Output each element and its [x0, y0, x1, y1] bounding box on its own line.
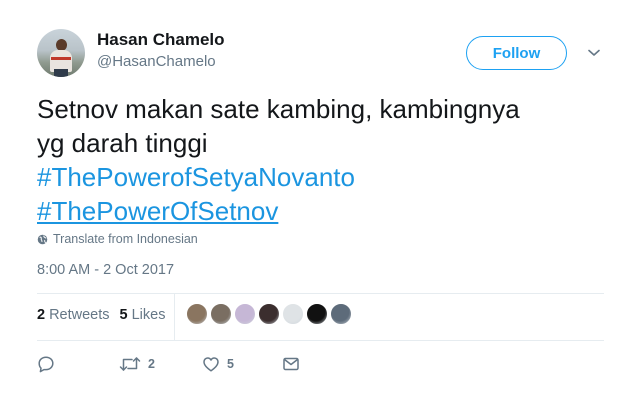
globe-icon — [37, 234, 48, 244]
reply-button[interactable] — [37, 354, 55, 374]
liker-avatar[interactable] — [210, 303, 232, 325]
retweet-button[interactable]: 2 — [119, 354, 155, 374]
avatar[interactable] — [37, 29, 85, 77]
user-handle[interactable]: @HasanChamelo — [97, 53, 216, 70]
likes-count[interactable]: 5 — [120, 307, 128, 323]
like-button[interactable]: 5 — [202, 354, 234, 374]
stats-separator — [174, 293, 175, 340]
likers-avatars — [186, 303, 352, 325]
chevron-down-icon[interactable] — [586, 45, 602, 61]
liker-avatar[interactable] — [330, 303, 352, 325]
tweet-card: Hasan Chamelo @HasanChamelo Follow Setno… — [0, 0, 640, 401]
like-count: 5 — [227, 357, 234, 371]
follow-button[interactable]: Follow — [466, 36, 567, 70]
tweet-timestamp[interactable]: 8:00 AM - 2 Oct 2017 — [37, 262, 174, 278]
tweet-text: Setnov makan sate kambing, kambingnya yg… — [37, 92, 617, 228]
retweets-label[interactable]: Retweets — [49, 307, 109, 323]
retweets-count[interactable]: 2 — [37, 307, 45, 323]
liker-avatar[interactable] — [282, 303, 304, 325]
translate-link[interactable]: Translate from Indonesian — [37, 232, 198, 246]
avatar-stripe — [51, 57, 71, 60]
hashtag-link[interactable]: #ThePowerOfSetnov — [37, 194, 617, 228]
tweet-text-line: Setnov makan sate kambing, kambingnya — [37, 94, 520, 124]
tweet-text-line: yg darah tinggi — [37, 128, 208, 158]
retweet-icon — [119, 357, 141, 371]
translate-label: Translate from Indonesian — [53, 232, 198, 246]
display-name[interactable]: Hasan Chamelo — [97, 30, 225, 50]
direct-message-button[interactable] — [282, 354, 300, 374]
liker-avatar[interactable] — [186, 303, 208, 325]
envelope-icon — [283, 357, 299, 371]
reply-icon — [38, 356, 54, 373]
liker-avatar[interactable] — [258, 303, 280, 325]
hashtag-link[interactable]: #ThePowerofSetyaNovanto — [37, 160, 617, 194]
liker-avatar[interactable] — [306, 303, 328, 325]
likes-label[interactable]: Likes — [132, 307, 166, 323]
liker-avatar[interactable] — [234, 303, 256, 325]
tweet-stats: 2 Retweets 5 Likes — [37, 307, 165, 323]
divider — [37, 340, 604, 341]
tweet-actions: 2 5 — [37, 354, 317, 374]
divider — [37, 293, 604, 294]
avatar-legs — [54, 69, 68, 77]
retweet-count: 2 — [148, 357, 155, 371]
heart-icon — [203, 357, 219, 372]
